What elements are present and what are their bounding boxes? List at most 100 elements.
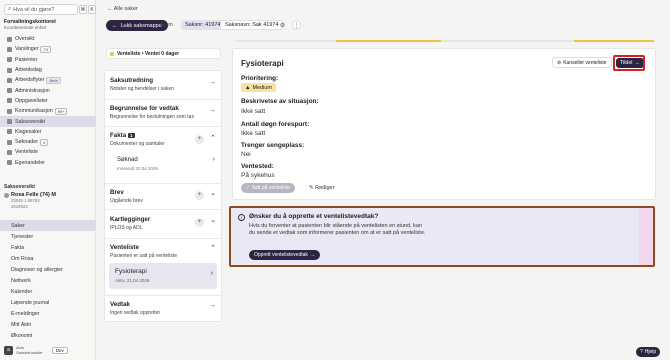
close-case-button[interactable]: ← Lukk saksmappe	[106, 20, 168, 31]
admin-icon	[7, 88, 12, 94]
waiting-place-label: Ventested:	[241, 163, 274, 170]
users-icon	[7, 57, 12, 63]
calendar-icon	[7, 67, 12, 73]
nav-item-soknader[interactable]: Søknader 4	[0, 137, 96, 147]
case-nav-om-rosa[interactable]: Om Rosa	[0, 253, 96, 264]
nav-item-administrasjon[interactable]: Administrasjon	[0, 85, 96, 95]
arrow-right-icon: →	[309, 252, 315, 258]
settings-icon[interactable]: ⚙	[278, 20, 287, 30]
document-icon	[7, 139, 12, 145]
arrow-left-icon: ←	[107, 6, 114, 12]
nav-item-klagesaker[interactable]: Klagesaker	[0, 127, 96, 137]
case-nav-e-meldinger[interactable]: E-meldinger	[0, 309, 96, 320]
case-number-chip: Saksnr: 41974	[181, 20, 225, 30]
case-nav-fakta[interactable]: Fakta	[0, 242, 96, 253]
situation-value: Ikke satt	[241, 108, 266, 115]
days-value: Ikke satt	[241, 130, 266, 137]
nav-item-varslinger[interactable]: Varslinger 74	[0, 44, 96, 54]
chevron-down-icon[interactable]: ⌄	[210, 189, 216, 197]
nav-item-arbeidsdag[interactable]: Arbeidsdag	[0, 65, 96, 75]
more-icon[interactable]: ⋮	[292, 20, 301, 30]
chevron-up-icon[interactable]: ⌃	[210, 134, 216, 142]
section-saksutredning[interactable]: Saksutredning Notater og hendelser i sak…	[105, 71, 221, 100]
document-soknad[interactable]: Søknad Innsendt 20.04.2026 ›	[110, 152, 217, 180]
section-vedtak[interactable]: Vedtak Ingen vedtak opprettet →	[105, 296, 221, 322]
chat-icon	[7, 108, 12, 114]
chevron-right-icon: ›	[210, 270, 213, 277]
case-nav-mitt-aidn[interactable]: Mitt Aidn	[0, 320, 96, 331]
create-decision-alert: i Ønsker du å opprette et ventelistevedt…	[229, 206, 655, 267]
arrow-left-icon: ←	[112, 22, 118, 29]
case-name-chip: Saksnavn: Sak 41974	[220, 20, 284, 30]
set-on-waitlist-button[interactable]: ✓ Satt på venteliste	[241, 183, 295, 193]
nav-item-pasienter[interactable]: Pasienter	[0, 55, 96, 65]
bed-label: Trenger sengeplass:	[241, 142, 305, 149]
sidebar: ⌕ Hva vil du gjøre? ⌘ K Forvaltningskont…	[0, 0, 96, 360]
patient-card[interactable]: Rosa Felle (74) M 23045 1 89753 2516922	[4, 192, 92, 210]
section-begrunnelse[interactable]: Begrunnelse for vedtak Begrunnelse for b…	[105, 100, 221, 127]
nav-item-kommunikasjon[interactable]: Kommunikasjon 99+	[0, 106, 96, 116]
days-label: Antall døgn forespurt:	[241, 121, 310, 128]
venteliste-card-fysioterapi[interactable]: Fysioterapi Aktiv, 21.04.2026 ›	[109, 263, 217, 289]
money-icon	[7, 160, 12, 166]
clock-icon	[7, 149, 12, 155]
add-icon[interactable]: +	[195, 191, 204, 200]
case-nav-journal[interactable]: Løpende journal	[0, 298, 96, 309]
venteliste-status-bar: Venteliste • Ventet 0 dager	[106, 48, 221, 59]
nav-item-arbeidsflyter[interactable]: Arbeidsflyter Beta	[0, 75, 96, 85]
nav-item-oversikt[interactable]: Oversikt	[0, 34, 96, 44]
nav-item-egenandeler[interactable]: Egenandeler	[0, 158, 96, 168]
home-icon	[7, 36, 12, 42]
flow-icon	[7, 77, 12, 83]
case-status: Åpen	[160, 22, 173, 28]
back-link[interactable]: ← Alle saker	[107, 6, 138, 12]
case-nav-nettverk[interactable]: Nettverk	[0, 275, 96, 286]
case-section-heading: Saksoversikt	[4, 184, 35, 190]
chevron-down-icon[interactable]: ⌄	[210, 216, 216, 224]
nav-item-oppgavelister[interactable]: Oppgavelister	[0, 96, 96, 106]
help-button[interactable]: ? Hjelp	[636, 347, 661, 357]
add-icon[interactable]: +	[195, 218, 204, 227]
folder-icon	[7, 119, 12, 125]
cancel-waitlist-button[interactable]: ⊘ Kanseller venteliste	[552, 57, 612, 68]
case-nav-tjenester[interactable]: Tjenester	[0, 231, 96, 242]
highlight-box	[613, 55, 645, 71]
alert-stripe	[639, 208, 653, 265]
chevron-up-icon[interactable]: ⌃	[210, 244, 216, 252]
detail-panel: Fysioterapi ⊘ Kanseller venteliste Tildel…	[232, 48, 656, 200]
case-nav-okonomi[interactable]: Økonomi	[0, 331, 96, 342]
situation-label: Beskrivelse av situasjon:	[241, 98, 319, 105]
waiting-place-value: På sykehus	[241, 172, 275, 179]
section-kartlegginger[interactable]: Kartlegginger IPLOS og ADL + ⌄	[105, 210, 221, 239]
arrow-right-icon: →	[209, 107, 216, 114]
section-brev[interactable]: Brev Utgående brev + ⌄	[105, 184, 221, 210]
env-badge[interactable]: Dev	[51, 347, 68, 354]
progress-fill	[336, 40, 441, 42]
priority-label: Prioritering:	[241, 75, 279, 82]
add-icon[interactable]: +	[195, 135, 204, 144]
case-nav-diagnoser[interactable]: Diagnoser og allergier	[0, 264, 96, 275]
arrow-right-icon: →	[209, 302, 216, 309]
help-icon: ?	[640, 349, 643, 355]
count-badge: 74	[40, 45, 51, 53]
case-nav-saker[interactable]: Saker	[0, 220, 96, 232]
case-nav-kalender[interactable]: Kalender	[0, 287, 96, 298]
main-nav: Oversikt Varslinger 74 Pasienter Arbeidsd…	[0, 34, 96, 168]
org-switcher[interactable]: Forvaltningskontoret Koordinerende enhet	[4, 19, 92, 30]
search-input[interactable]: ⌕ Hva vil du gjøre?	[4, 4, 78, 15]
beta-badge: Beta	[46, 76, 61, 84]
priority-badge: ▲ Medium	[241, 83, 277, 92]
count-badge: 1	[128, 132, 135, 138]
create-decision-button[interactable]: Opprett ventelistevedtak →	[249, 250, 320, 260]
nav-item-saksoversikt[interactable]: Saksoversikt	[0, 116, 96, 127]
count-badge: 99+	[54, 107, 68, 115]
info-icon: i	[238, 214, 245, 221]
chevron-right-icon: ›	[212, 156, 215, 163]
search-icon: ⌕	[8, 6, 12, 12]
edit-button[interactable]: ✎ Rediger	[309, 185, 334, 191]
section-fakta[interactable]: Fakta 1 Dokumenter og samtaler + ⌃ Søknad…	[105, 127, 221, 184]
nav-item-venteliste[interactable]: Venteliste	[0, 147, 96, 157]
warning-icon: ▲	[245, 84, 251, 91]
bell-icon	[7, 46, 12, 52]
arrow-right-icon: →	[209, 79, 216, 86]
